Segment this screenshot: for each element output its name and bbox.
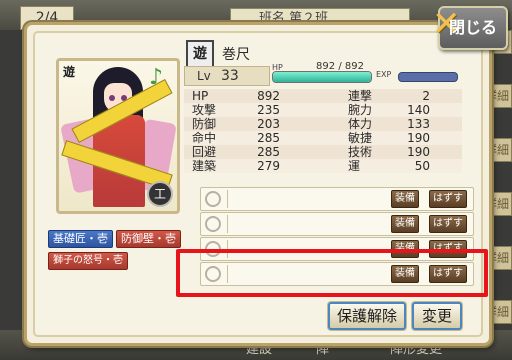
unequip-button[interactable]: はずす bbox=[429, 215, 467, 233]
stat-value: 50 bbox=[414, 159, 430, 173]
level-box: Lv 33 bbox=[184, 66, 270, 86]
portrait-eye bbox=[109, 95, 115, 101]
stat-row: 攻撃 235 腕力 140 bbox=[184, 103, 462, 117]
stat-value: 285 bbox=[257, 145, 280, 159]
skill-badge-basic-craft[interactable]: 基礎匠・壱 bbox=[48, 230, 113, 248]
equipment-slot[interactable]: 装備 はずす bbox=[200, 187, 474, 211]
skill-badge-defense-wall[interactable]: 防御壁・壱 bbox=[116, 230, 181, 248]
unit-name: 巻尺 bbox=[222, 47, 250, 63]
stat-label: 敏捷 bbox=[348, 131, 373, 145]
stat-value: 892 bbox=[257, 89, 280, 103]
stat-value: 279 bbox=[257, 159, 280, 173]
equipment-slot-name bbox=[227, 190, 388, 208]
stat-label: 建築 bbox=[192, 159, 217, 173]
equipment-slot-name bbox=[227, 215, 388, 233]
stat-value: 133 bbox=[407, 117, 430, 131]
stat-label: 体力 bbox=[348, 117, 373, 131]
hp-bar bbox=[272, 71, 372, 83]
stat-label: 運 bbox=[348, 159, 361, 173]
stat-label: 命中 bbox=[192, 131, 217, 145]
hp-bar-fill bbox=[273, 72, 371, 82]
close-button[interactable]: ✕ 閉じる bbox=[432, 4, 508, 50]
stats-table: HP 892 連撃 2 攻撃 235 腕力 140 防御 203 体力 133 … bbox=[184, 89, 462, 173]
ring-slot-icon bbox=[205, 216, 221, 232]
stat-value: 190 bbox=[407, 131, 430, 145]
stat-row: HP 892 連撃 2 bbox=[184, 89, 462, 103]
level-label: Lv bbox=[197, 69, 211, 83]
skill-badge-lion-roar[interactable]: 獅子の怒号・壱 bbox=[48, 252, 128, 270]
exp-bar bbox=[398, 72, 458, 82]
character-portrait: ♪ 遊 工 bbox=[56, 58, 180, 214]
stat-row: 防御 203 体力 133 bbox=[184, 117, 462, 131]
stat-label: 腕力 bbox=[348, 103, 373, 117]
music-note-icon: ♪ bbox=[149, 65, 164, 90]
close-label: 閉じる bbox=[448, 18, 497, 37]
stat-label: 防御 bbox=[192, 117, 217, 131]
stat-value: 2 bbox=[422, 89, 430, 103]
stat-value: 140 bbox=[407, 103, 430, 117]
unlock-protection-button[interactable]: 保護解除 bbox=[328, 302, 406, 330]
stat-row: 回避 285 技術 190 bbox=[184, 145, 462, 159]
stat-label: HP bbox=[192, 89, 209, 103]
stat-value: 285 bbox=[257, 131, 280, 145]
portrait-type-label: 遊 bbox=[63, 65, 76, 79]
equipment-slot[interactable]: 装備 はずす bbox=[200, 212, 474, 236]
stat-row: 建築 279 運 50 bbox=[184, 159, 462, 173]
level-value: 33 bbox=[221, 68, 239, 84]
stat-value: 190 bbox=[407, 145, 430, 159]
stat-value: 235 bbox=[257, 103, 280, 117]
change-button[interactable]: 変更 bbox=[412, 302, 462, 330]
stat-label: 攻撃 bbox=[192, 103, 217, 117]
stat-row: 命中 285 敏捷 190 bbox=[184, 131, 462, 145]
equip-button[interactable]: 装備 bbox=[391, 190, 419, 208]
stat-label: 回避 bbox=[192, 145, 217, 159]
highlight-box bbox=[176, 249, 488, 297]
unit-type-icon: 遊 bbox=[186, 40, 214, 68]
equip-button[interactable]: 装備 bbox=[391, 215, 419, 233]
craft-badge-icon: 工 bbox=[147, 181, 173, 207]
stat-value: 203 bbox=[257, 117, 280, 131]
stat-label: 連撃 bbox=[348, 89, 373, 103]
ring-slot-icon bbox=[205, 191, 221, 207]
stat-label: 技術 bbox=[348, 145, 373, 159]
unequip-button[interactable]: はずす bbox=[429, 190, 467, 208]
exp-label: EXP bbox=[376, 70, 392, 79]
